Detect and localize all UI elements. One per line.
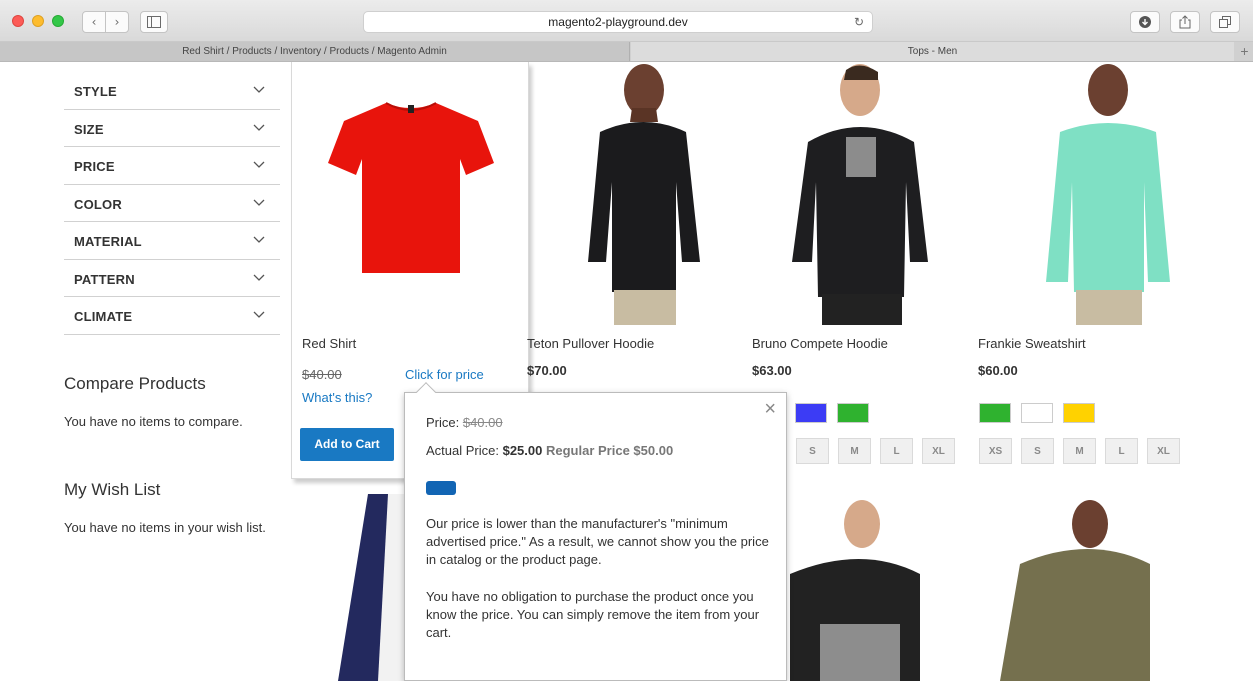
popup-map-explanation: Our price is lower than the manufacturer… xyxy=(426,516,769,567)
regular-price: Regular Price $50.00 xyxy=(545,443,674,458)
color-swatch-yellow[interactable] xyxy=(1063,403,1095,423)
filter-color[interactable]: COLOR xyxy=(64,185,280,222)
url-text: magento2-playground.dev xyxy=(548,15,688,29)
size-swatch[interactable]: M xyxy=(1063,438,1096,464)
size-swatch[interactable]: S xyxy=(796,438,829,464)
actual-price-value: $25.00 xyxy=(502,443,543,458)
product-name-teton[interactable]: Teton Pullover Hoodie xyxy=(527,336,654,351)
price-label: Price: xyxy=(426,415,463,430)
filter-label: STYLE xyxy=(74,84,117,99)
size-swatch[interactable]: M xyxy=(838,438,871,464)
popup-add-to-cart-button[interactable] xyxy=(426,481,456,495)
downloads-button[interactable] xyxy=(1130,11,1160,33)
tab-magento-admin[interactable]: Red Shirt / Products / Inventory / Produ… xyxy=(0,42,630,61)
new-tab-button[interactable]: + xyxy=(1236,42,1253,61)
sidebar-icon xyxy=(147,16,161,28)
product-name-frankie[interactable]: Frankie Sweatshirt xyxy=(978,336,1086,351)
product-price-frankie: $60.00 xyxy=(978,363,1018,378)
show-tabs-button[interactable] xyxy=(1210,11,1240,33)
tab-tops-men[interactable]: Tops - Men xyxy=(631,42,1234,61)
size-swatch[interactable]: L xyxy=(1105,438,1138,464)
close-window-button[interactable] xyxy=(12,15,24,27)
popup-price-line: Price: $40.00 xyxy=(426,415,503,430)
filter-label: PATTERN xyxy=(74,271,135,287)
size-swatch[interactable]: S xyxy=(1021,438,1054,464)
filter-label: CLIMATE xyxy=(74,309,133,324)
forward-button[interactable]: › xyxy=(105,11,129,33)
chevron-down-icon xyxy=(252,270,266,284)
color-swatch-green[interactable] xyxy=(979,403,1011,423)
bruno-compete-hoodie-image[interactable] xyxy=(788,62,938,325)
add-to-cart-button[interactable]: Add to Cart xyxy=(300,428,394,461)
chevron-down-icon xyxy=(252,120,266,134)
filter-climate[interactable]: CLIMATE xyxy=(64,297,280,335)
actual-price-label: Actual Price: xyxy=(426,443,503,458)
teton-pullover-hoodie-image[interactable] xyxy=(560,62,720,325)
address-bar[interactable]: magento2-playground.dev ↻ xyxy=(363,11,873,33)
size-swatch[interactable]: L xyxy=(880,438,913,464)
product-price-teton: $70.00 xyxy=(527,363,567,378)
color-swatch-green[interactable] xyxy=(837,403,869,423)
size-swatch[interactable]: XS xyxy=(979,438,1012,464)
download-icon xyxy=(1139,16,1151,28)
share-icon xyxy=(1179,15,1191,29)
product-price-bruno: $63.00 xyxy=(752,363,792,378)
product-image-row2-3[interactable] xyxy=(780,494,930,681)
close-icon[interactable]: × xyxy=(764,399,776,419)
chevron-down-icon xyxy=(252,307,266,321)
chevron-down-icon xyxy=(252,232,266,246)
chevron-down-icon xyxy=(252,82,266,96)
chevron-right-icon: › xyxy=(114,15,120,29)
chevron-down-icon xyxy=(252,195,266,209)
filter-label: SIZE xyxy=(74,121,104,137)
share-button[interactable] xyxy=(1170,11,1200,33)
filter-size[interactable]: SIZE xyxy=(64,110,280,147)
whats-this-link[interactable]: What's this? xyxy=(302,390,372,405)
product-name-bruno[interactable]: Bruno Compete Hoodie xyxy=(752,336,888,351)
filter-price[interactable]: PRICE xyxy=(64,147,280,185)
tabs-icon xyxy=(1219,16,1231,28)
product-image-row2-4[interactable] xyxy=(990,494,1150,681)
wishlist-title: My Wish List xyxy=(64,480,161,499)
minimize-window-button[interactable] xyxy=(32,15,44,27)
chevron-down-icon xyxy=(252,157,266,171)
color-swatch-blue[interactable] xyxy=(795,403,827,423)
filter-label: PRICE xyxy=(74,159,115,174)
frankie-sweatshirt-image[interactable] xyxy=(1030,62,1190,325)
product-name-red-shirt[interactable]: Red Shirt xyxy=(302,336,356,351)
map-price-popup: × Price: $40.00 Actual Price: $25.00 Reg… xyxy=(404,382,787,681)
reload-icon[interactable]: ↻ xyxy=(854,12,864,32)
back-button[interactable]: ‹ xyxy=(82,11,106,33)
sidebar-toggle-button[interactable] xyxy=(140,11,168,33)
popup-obligation-text: You have no obligation to purchase the p… xyxy=(426,589,760,640)
wishlist-empty-text: You have no items in your wish list. xyxy=(64,520,266,535)
old-price: $40.00 xyxy=(302,367,342,382)
compare-products-empty-text: You have no items to compare. xyxy=(64,414,243,429)
popup-old-price: $40.00 xyxy=(462,415,503,430)
compare-products-title: Compare Products xyxy=(64,374,206,393)
browser-titlebar: ‹ › magento2-playground.dev ↻ xyxy=(0,0,1253,42)
size-swatch[interactable]: XL xyxy=(1147,438,1180,464)
popup-actual-price-line: Actual Price: $25.00 Regular Price $50.0… xyxy=(426,443,673,458)
color-swatch-white[interactable] xyxy=(1021,403,1053,423)
chevron-left-icon: ‹ xyxy=(91,15,97,29)
page-content: STYLE SIZE PRICE COLOR MATERIAL PATTERN … xyxy=(0,62,1253,681)
filter-label: MATERIAL xyxy=(74,234,142,249)
filter-material[interactable]: MATERIAL xyxy=(64,222,280,260)
filter-style[interactable]: STYLE xyxy=(64,72,280,110)
red-shirt-image[interactable] xyxy=(328,97,494,277)
size-swatch[interactable]: XL xyxy=(922,438,955,464)
filter-pattern[interactable]: PATTERN xyxy=(64,260,280,297)
click-for-price-link[interactable]: Click for price xyxy=(405,367,484,382)
zoom-window-button[interactable] xyxy=(52,15,64,27)
tab-bar: Red Shirt / Products / Inventory / Produ… xyxy=(0,42,1253,62)
layered-navigation: STYLE SIZE PRICE COLOR MATERIAL PATTERN … xyxy=(64,72,280,335)
filter-label: COLOR xyxy=(74,196,122,212)
